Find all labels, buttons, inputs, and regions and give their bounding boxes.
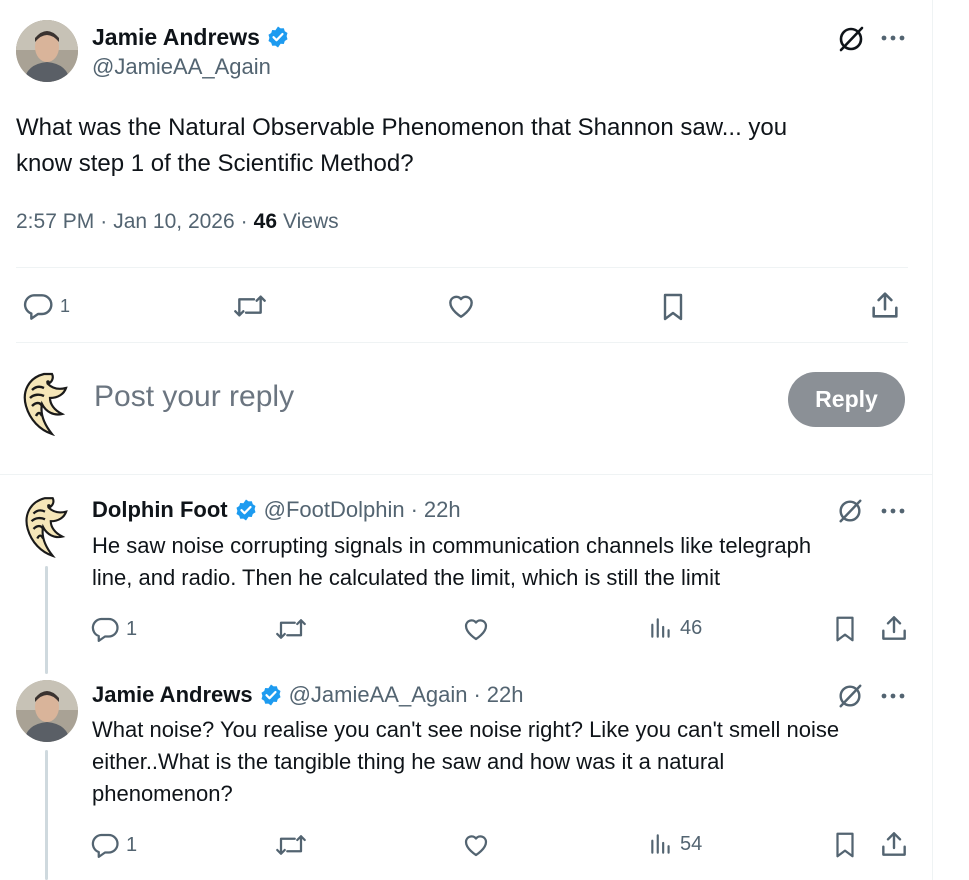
share-action[interactable] — [878, 828, 910, 860]
author-name[interactable]: Jamie Andrews — [92, 24, 260, 51]
views-count: 46 — [253, 210, 278, 233]
divider — [16, 342, 908, 343]
reply-action[interactable]: 1 — [90, 614, 137, 644]
views-action[interactable]: 54 — [648, 830, 702, 858]
share-icon — [872, 292, 898, 318]
reply-text-line: What noise? You realise you can't see no… — [92, 717, 840, 742]
reply-header: Dolphin Foot @FootDolphin · 22h — [92, 495, 461, 525]
views-label: Views — [283, 210, 339, 233]
bookmark-action[interactable] — [830, 829, 860, 861]
analytics-icon — [651, 618, 670, 638]
current-user-avatar[interactable] — [18, 372, 70, 441]
post-meta: 2:57 PM · Jan 10, 2026 · 46 Views — [16, 210, 339, 234]
reply-header: Jamie Andrews @JamieAA_Again · 22h — [92, 680, 524, 710]
reply-author-avatar[interactable] — [16, 680, 78, 742]
column-border — [932, 0, 933, 880]
repost-action[interactable] — [274, 830, 308, 860]
bookmark-icon — [836, 832, 854, 858]
views-count: 46 — [680, 616, 703, 639]
heart-icon — [449, 295, 473, 318]
bookmark-action[interactable] — [830, 613, 860, 645]
reply-icon — [91, 617, 119, 642]
reply-input[interactable]: Post your reply — [94, 380, 294, 414]
repost-icon — [234, 295, 266, 317]
like-action[interactable] — [444, 290, 478, 322]
repost-icon — [276, 835, 306, 855]
share-action[interactable] — [878, 612, 910, 644]
reply-count: 1 — [126, 617, 138, 640]
bookmark-icon — [836, 616, 854, 642]
reply-text-line: He saw noise corrupting signals in commu… — [92, 533, 812, 558]
reply-author-avatar[interactable] — [20, 496, 70, 563]
reply-author-handle[interactable]: @JamieAA_Again — [289, 682, 468, 708]
share-action[interactable] — [868, 288, 902, 322]
more-options-icon[interactable] — [880, 501, 906, 526]
reply-action[interactable]: 1 — [90, 830, 137, 860]
grok-icon[interactable] — [836, 497, 864, 530]
reply-text: What noise? You realise you can't see no… — [92, 714, 839, 810]
author-avatar[interactable] — [16, 20, 78, 82]
author-handle[interactable]: @JamieAA_Again — [92, 54, 271, 80]
reply-author-handle[interactable]: @FootDolphin — [264, 497, 405, 523]
like-action[interactable] — [460, 830, 492, 860]
post-date[interactable]: Jan 10, 2026 — [113, 210, 234, 234]
grok-icon[interactable] — [836, 682, 864, 715]
post-text-line: What was the Natural Observable Phenomen… — [16, 114, 788, 141]
verified-badge-icon[interactable] — [259, 683, 283, 707]
separator-dot: · — [100, 210, 108, 233]
reply-text-line: either..What is the tangible thing he sa… — [92, 749, 725, 774]
heart-icon — [464, 835, 488, 857]
reply-age[interactable]: 22h — [424, 497, 461, 523]
share-icon — [882, 616, 906, 640]
post-text-line: know step 1 of the Scientific Method? — [16, 150, 414, 177]
reply-count: 1 — [126, 833, 138, 856]
reply-icon — [91, 833, 119, 858]
reply-button[interactable]: Reply — [788, 372, 905, 427]
reply-action[interactable]: 1 — [22, 290, 70, 322]
bookmark-icon — [663, 293, 683, 321]
more-options-icon[interactable] — [880, 686, 906, 711]
views-action[interactable]: 46 — [648, 614, 702, 642]
views-count: 54 — [680, 832, 703, 855]
reply-icon — [23, 294, 53, 320]
like-action[interactable] — [460, 614, 492, 644]
heart-icon — [464, 619, 488, 641]
reply-author-name[interactable]: Dolphin Foot — [92, 497, 228, 523]
separator-dot: · — [410, 497, 418, 522]
separator-dot: · — [240, 210, 248, 233]
verified-badge-icon[interactable] — [266, 25, 290, 49]
repost-action[interactable] — [232, 290, 268, 322]
divider — [16, 267, 908, 268]
post-time[interactable]: 2:57 PM — [16, 210, 94, 234]
dolphin-logo-icon — [25, 497, 68, 558]
reply-author-name[interactable]: Jamie Andrews — [92, 682, 253, 708]
repost-icon — [276, 619, 306, 639]
author-header: Jamie Andrews — [92, 22, 290, 52]
reply-text-line: phenomenon? — [92, 781, 233, 806]
reply-age[interactable]: 22h — [487, 682, 524, 708]
reply-text-line: line, and radio. Then he calculated the … — [92, 565, 721, 590]
bookmark-action[interactable] — [657, 290, 689, 324]
grok-icon[interactable] — [836, 24, 866, 59]
avatar-photo — [16, 680, 78, 742]
verified-badge-icon[interactable] — [234, 498, 258, 522]
reply-text: He saw noise corrupting signals in commu… — [92, 530, 811, 594]
thread-line — [45, 750, 48, 880]
divider — [0, 474, 932, 475]
dolphin-logo-icon — [23, 372, 68, 437]
avatar-photo — [16, 20, 78, 82]
repost-action[interactable] — [274, 614, 308, 644]
analytics-icon — [651, 834, 670, 854]
post-text: What was the Natural Observable Phenomen… — [16, 110, 787, 182]
more-options-icon[interactable] — [880, 28, 906, 53]
thread-line — [45, 566, 48, 674]
share-icon — [882, 832, 906, 856]
reply-count: 1 — [60, 295, 71, 316]
separator-dot: · — [473, 682, 481, 707]
